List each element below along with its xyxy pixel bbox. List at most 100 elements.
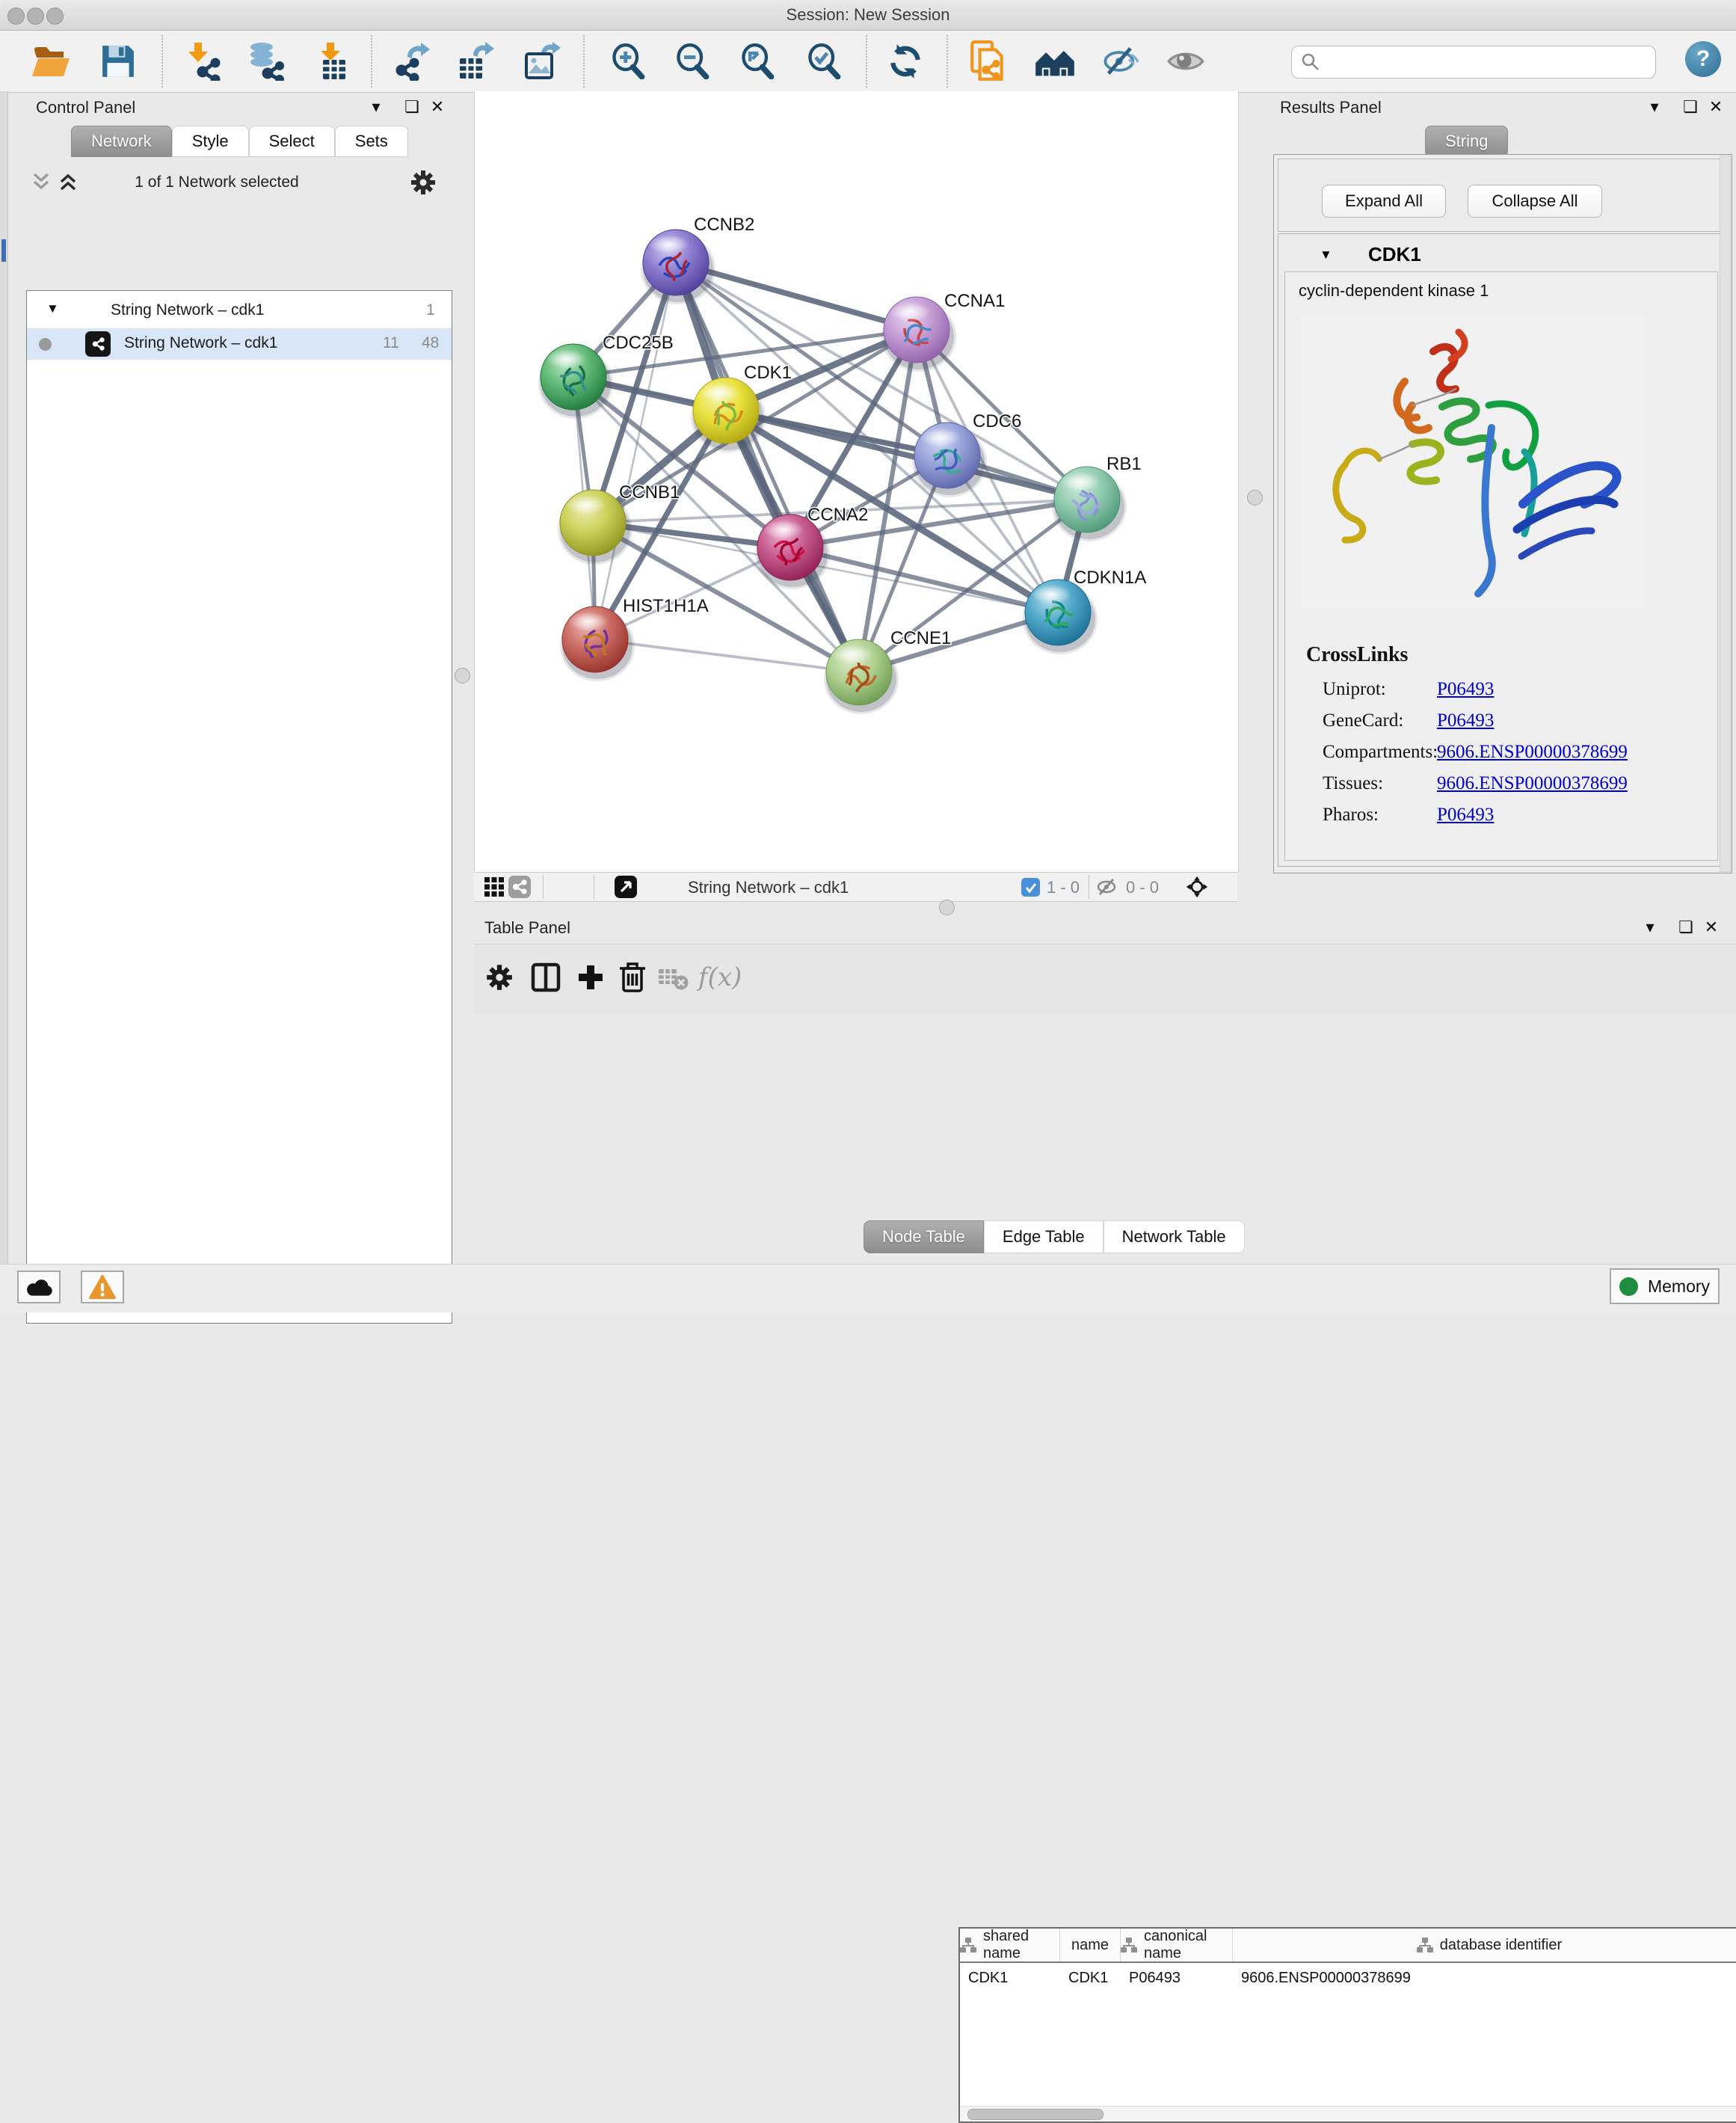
pan-crosshair-icon[interactable] (1186, 876, 1208, 898)
results-panel-float-button[interactable]: ❏ (1679, 97, 1702, 117)
refresh-view-button[interactable] (884, 40, 927, 83)
scrollbar-thumb[interactable] (967, 2109, 1104, 2120)
crosslink-link[interactable]: 9606.ENSP00000378699 (1437, 773, 1628, 794)
crosslink-link[interactable]: P06493 (1437, 679, 1494, 700)
network-graph[interactable]: CCNB2CCNA1CDC25BCDK1CDC6RB1CCNB1CCNA2CDK… (475, 91, 1238, 872)
network-canvas[interactable]: CCNB2CCNA1CDC25BCDK1CDC6RB1CCNB1CCNA2CDK… (474, 91, 1239, 872)
network-options-gear-icon[interactable] (408, 168, 438, 197)
cloud-status-button[interactable] (17, 1271, 61, 1303)
tab-style[interactable]: Style (172, 126, 249, 157)
control-panel-float-menu[interactable]: ▾ (365, 97, 387, 117)
node-CCNA2[interactable] (755, 514, 830, 589)
node-HIST1H1A[interactable] (560, 606, 635, 681)
zoom-in-button[interactable] (606, 40, 650, 83)
node-CDC25B[interactable] (538, 344, 613, 419)
home-button[interactable] (1033, 40, 1077, 83)
edge-HIST1H1A-CCNE1[interactable] (595, 639, 859, 672)
hidden-panel-tab[interactable] (1, 239, 6, 262)
table-cell-1[interactable]: CDK1 (1060, 1963, 1121, 1993)
collapse-all-networks-icon[interactable] (57, 172, 79, 191)
save-session-button[interactable] (96, 40, 140, 83)
column-header-name[interactable]: name (1060, 1929, 1121, 1961)
table-row[interactable]: CDK1CDK1P064939606.ENSP00000378699cyclin… (960, 1963, 1736, 1993)
tab-node-table[interactable]: Node Table (864, 1220, 984, 1253)
crosslink-link[interactable]: P06493 (1437, 710, 1494, 731)
node-RB1[interactable] (1052, 467, 1127, 541)
tab-edge-table[interactable]: Edge Table (984, 1220, 1104, 1253)
table-cell-3[interactable]: 9606.ENSP00000378699 (1233, 1963, 1736, 1993)
import-network-from-database-button[interactable] (244, 40, 287, 83)
tab-string-results[interactable]: String (1425, 126, 1508, 157)
warnings-button[interactable] (81, 1271, 124, 1303)
network-status-dot (39, 338, 52, 351)
open-session-button[interactable] (29, 40, 73, 83)
table-panel-float-button[interactable]: ❏ (1675, 918, 1697, 937)
birds-eye-view-icon[interactable] (483, 876, 505, 898)
column-header-shared-name[interactable]: shared name (960, 1929, 1060, 1961)
network-row-selected[interactable]: String Network – cdk1 11 48 (27, 328, 452, 360)
node-label-HIST1H1A: HIST1H1A (623, 596, 709, 616)
table-panel-float-menu[interactable]: ▾ (1639, 918, 1661, 937)
hide-selected-button[interactable] (1099, 40, 1142, 83)
edge-CDK1-RB1[interactable] (726, 411, 1087, 500)
node-CCNB2[interactable] (641, 230, 715, 304)
string-badge-icon[interactable] (508, 876, 531, 898)
node-label-CCNB2: CCNB2 (694, 215, 754, 235)
results-scrollbar[interactable] (1720, 156, 1731, 872)
zoom-out-button[interactable] (671, 40, 714, 83)
right-splitter-handle[interactable] (1247, 490, 1263, 506)
collapse-all-button[interactable]: Collapse All (1468, 185, 1602, 218)
show-all-button[interactable] (1164, 40, 1207, 83)
node-CDK1[interactable] (691, 378, 766, 452)
selected-checkbox[interactable] (1021, 878, 1040, 897)
tab-select[interactable]: Select (249, 126, 335, 157)
expand-all-button[interactable]: Expand All (1322, 185, 1446, 218)
crosslink-label: Tissues: (1323, 773, 1437, 794)
search-input[interactable] (1325, 53, 1655, 72)
node-CDKN1A[interactable] (1023, 580, 1098, 654)
table-cell-0[interactable]: CDK1 (960, 1963, 1060, 1993)
import-table-from-file-button[interactable] (312, 40, 355, 83)
create-column-plus-icon[interactable] (571, 958, 610, 997)
crosslink-link[interactable]: P06493 (1437, 805, 1494, 826)
delete-column-trash-icon[interactable] (613, 958, 652, 997)
crosslink-row: GeneCard:P06493 (1323, 710, 1696, 731)
table-options-gear-icon[interactable] (480, 958, 519, 997)
function-builder-fx[interactable]: f(x) (698, 962, 742, 992)
delete-table-icon[interactable] (655, 961, 691, 994)
table-panel-close-button[interactable]: ✕ (1700, 918, 1723, 937)
crosslink-link[interactable]: 9606.ENSP00000378699 (1437, 742, 1628, 763)
eye-slash-icon (1101, 43, 1140, 79)
control-panel-float-button[interactable]: ❏ (401, 97, 423, 117)
tab-sets[interactable]: Sets (335, 126, 408, 157)
edge-CCNB2-HIST1H1A[interactable] (595, 262, 676, 639)
clone-network-button[interactable] (967, 40, 1010, 83)
left-splitter-handle[interactable] (455, 668, 470, 683)
control-panel-close-button[interactable]: ✕ (426, 97, 449, 117)
collection-expand-arrow[interactable]: ▼ (46, 301, 59, 316)
export-network-button[interactable] (389, 40, 432, 83)
fit-content-button[interactable] (736, 40, 779, 83)
table-horizontal-scrollbar[interactable] (960, 2106, 1736, 2122)
tab-network-table[interactable]: Network Table (1104, 1220, 1245, 1253)
column-header-database-identifier[interactable]: database identifier (1233, 1929, 1736, 1961)
expand-all-networks-icon[interactable] (30, 172, 52, 191)
column-header-canonical-name[interactable]: canonical name (1121, 1929, 1233, 1961)
results-panel-close-button[interactable]: ✕ (1705, 97, 1727, 117)
open-in-new-window-icon[interactable] (615, 876, 637, 898)
memory-button[interactable]: Memory (1610, 1268, 1720, 1304)
gene-collapse-arrow[interactable]: ▼ (1320, 248, 1332, 262)
table-cell-2[interactable]: P06493 (1121, 1963, 1233, 1993)
network-collection-row[interactable]: ▼ String Network – cdk1 1 (27, 297, 452, 328)
crosslink-row: Pharos:P06493 (1323, 805, 1696, 826)
show-columns-icon[interactable] (526, 958, 565, 997)
help-button[interactable]: ? (1685, 41, 1721, 77)
tab-network[interactable]: Network (71, 126, 172, 157)
export-table-button[interactable] (453, 40, 496, 83)
table-tabs: Node Table Edge Table Network Table (864, 1220, 1245, 1253)
import-network-from-file-button[interactable] (181, 40, 224, 83)
gene-section: ▼ CDK1 cyclin-dependent kinase 1 (1278, 233, 1726, 867)
export-image-button[interactable] (520, 40, 563, 83)
zoom-selected-button[interactable] (802, 40, 846, 83)
results-panel-float-menu[interactable]: ▾ (1643, 97, 1666, 117)
